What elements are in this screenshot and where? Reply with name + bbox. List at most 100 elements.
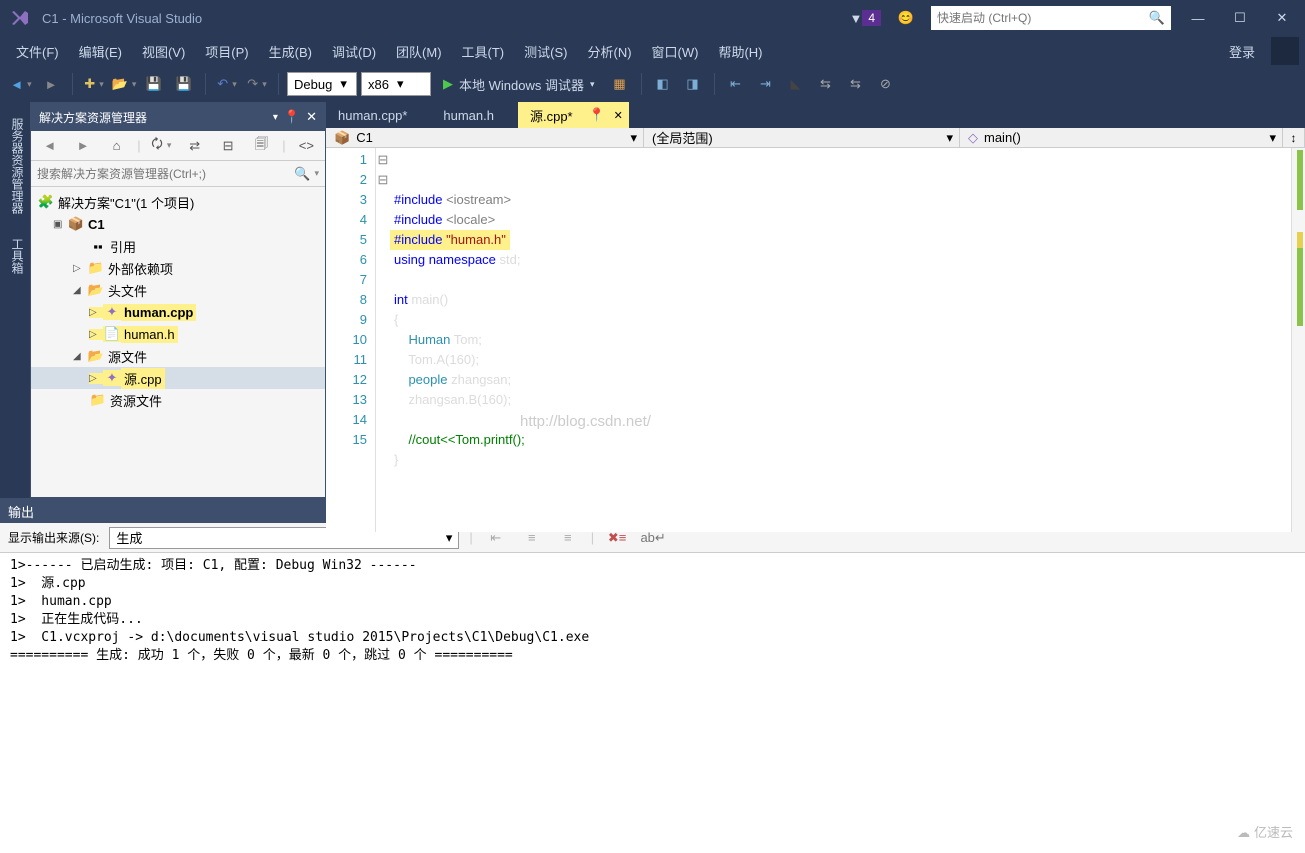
tab-close-icon[interactable]: ✕ — [614, 109, 623, 122]
toolbar-button-3[interactable]: ◨ — [680, 71, 706, 97]
menu-item-7[interactable]: 工具(T) — [452, 38, 515, 65]
feedback-icon[interactable]: 😊 — [893, 5, 919, 31]
vs-logo-icon — [8, 6, 32, 30]
sln-forward-icon[interactable]: ► — [70, 133, 95, 159]
expand-arrow-icon[interactable]: ▷ — [89, 307, 103, 318]
sln-back-icon[interactable]: ◄ — [37, 133, 62, 159]
quick-launch-search[interactable]: 🔍 — [931, 6, 1171, 30]
menu-item-5[interactable]: 调试(D) — [322, 38, 386, 65]
sln-properties-icon[interactable]: 🗐 — [249, 133, 274, 159]
menu-item-3[interactable]: 项目(P) — [195, 38, 258, 65]
quick-launch-input[interactable] — [937, 11, 1149, 25]
file-tab-2[interactable]: 源.cpp*📍✕ — [518, 102, 629, 128]
save-all-button[interactable]: 💾 — [171, 71, 197, 97]
title-bar: C1 - Microsoft Visual Studio ▼4 😊 🔍 — ☐ … — [0, 0, 1305, 36]
config-selector[interactable]: Debug▾ — [287, 72, 357, 96]
minimize-button[interactable]: — — [1183, 6, 1213, 30]
toolbar-button-6[interactable]: ⊘ — [873, 71, 899, 97]
method-icon: ◇ — [968, 130, 978, 146]
redo-button[interactable]: ↷ — [244, 71, 270, 97]
menu-item-4[interactable]: 生成(B) — [259, 38, 322, 65]
avatar-icon[interactable] — [1271, 37, 1299, 65]
menu-item-6[interactable]: 团队(M) — [386, 38, 452, 65]
tree-references[interactable]: ▪▪ 引用 — [31, 235, 325, 257]
editor-area: human.cpp*human.h源.cpp*📍✕ 📦 C1▾ (全局范围)▾ … — [326, 102, 1305, 498]
collapse-arrow-icon[interactable]: ◢ — [73, 285, 87, 296]
menu-item-2[interactable]: 视图(V) — [132, 38, 195, 65]
output-text[interactable]: 1>------ 已启动生成: 项目: C1, 配置: Debug Win32 … — [0, 553, 1305, 853]
menu-item-10[interactable]: 窗口(W) — [642, 38, 709, 65]
nav-project-selector[interactable]: 📦 C1▾ — [326, 128, 644, 147]
folder-icon: 📁 — [87, 260, 105, 276]
platform-selector[interactable]: x86▾ — [361, 72, 431, 96]
sln-sync-icon[interactable]: ⇄ — [182, 133, 207, 159]
solution-explorer-search[interactable]: 🔍 ▾ — [31, 161, 325, 187]
flag-count: 4 — [862, 10, 881, 26]
tree-sources-folder[interactable]: ◢ 📂 源文件 — [31, 345, 325, 367]
tree-external-deps[interactable]: ▷ 📁 外部依赖项 — [31, 257, 325, 279]
file-tab-1[interactable]: human.h — [431, 102, 518, 128]
sln-collapse-icon[interactable]: ⊟ — [215, 133, 240, 159]
side-tab-server-explorer[interactable]: 服务器资源管理器 — [0, 110, 30, 222]
side-tab-toolbox[interactable]: 工具箱 — [0, 230, 30, 282]
file-tab-0[interactable]: human.cpp* — [326, 102, 431, 128]
toolbar-button-5[interactable]: ⇆ — [843, 71, 869, 97]
fold-column[interactable]: ⊟⊟ — [376, 148, 390, 532]
outdent-button[interactable]: ⇤ — [723, 71, 749, 97]
pin-icon[interactable]: 📍 — [589, 107, 605, 123]
tree-resources-folder[interactable]: 📁 资源文件 — [31, 389, 325, 411]
save-button[interactable]: 💾 — [141, 71, 167, 97]
nav-scope-selector[interactable]: (全局范围)▾ — [644, 128, 960, 147]
close-button[interactable]: ✕ — [1267, 6, 1297, 30]
menu-item-0[interactable]: 文件(F) — [6, 38, 69, 65]
menu-item-11[interactable]: 帮助(H) — [708, 38, 772, 65]
search-icon: 🔍 — [1149, 10, 1165, 26]
expand-arrow-icon[interactable]: ▷ — [89, 329, 103, 340]
sln-search-input[interactable] — [37, 167, 294, 181]
code-editor[interactable]: 123456789101112131415 ⊟⊟ #include <iostr… — [326, 148, 1305, 532]
folder-icon: 📁 — [89, 392, 107, 408]
notifications-flag[interactable]: ▼4 — [849, 10, 881, 26]
folder-icon: 📂 — [87, 348, 105, 364]
tree-file-human-h[interactable]: ▷ 📄 human.h — [31, 323, 325, 345]
panel-dropdown-icon[interactable]: ▾ — [273, 112, 278, 123]
start-debug-button[interactable]: ▶ 本地 Windows 调试器 ▾ — [435, 71, 603, 97]
sln-refresh-icon[interactable]: 🗘 — [149, 133, 174, 159]
tree-file-source-cpp[interactable]: ▷ ✦ 源.cpp — [31, 367, 325, 389]
sln-home-icon[interactable]: ⌂ — [104, 133, 129, 159]
split-button[interactable]: ↕ — [1283, 128, 1305, 147]
nav-member-selector[interactable]: ◇ main()▾ — [960, 128, 1283, 147]
menu-item-1[interactable]: 编辑(E) — [69, 38, 132, 65]
nav-back-button[interactable]: ◄ — [8, 71, 34, 97]
pin-icon[interactable]: 📍 — [284, 109, 300, 125]
side-tab-strip: 服务器资源管理器 工具箱 — [0, 102, 30, 498]
tree-headers-folder[interactable]: ◢ 📂 头文件 — [31, 279, 325, 301]
collapse-arrow-icon[interactable]: ◢ — [73, 351, 87, 362]
menu-item-9[interactable]: 分析(N) — [577, 38, 641, 65]
nav-forward-button[interactable]: ► — [38, 71, 64, 97]
project-icon: 📦 — [67, 216, 85, 232]
undo-button[interactable]: ↶ — [214, 71, 240, 97]
open-button[interactable]: 📂 — [111, 71, 137, 97]
expand-arrow-icon[interactable]: ▣ — [53, 219, 67, 230]
menu-item-8[interactable]: 测试(S) — [514, 38, 577, 65]
expand-arrow-icon[interactable]: ▷ — [73, 263, 87, 274]
tree-file-human-cpp[interactable]: ▷ ✦ human.cpp — [31, 301, 325, 323]
toolbar-button-2[interactable]: ◧ — [650, 71, 676, 97]
sln-code-icon[interactable]: <> — [294, 133, 319, 159]
tree-solution-root[interactable]: 🧩 解决方案"C1"(1 个项目) — [31, 191, 325, 213]
panel-title: 解决方案资源管理器 — [39, 109, 267, 126]
cpp-file-icon: ✦ — [103, 304, 121, 320]
sign-in-button[interactable]: 登录 — [1229, 42, 1255, 61]
tree-project[interactable]: ▣ 📦 C1 — [31, 213, 325, 235]
maximize-button[interactable]: ☐ — [1225, 6, 1255, 30]
expand-arrow-icon[interactable]: ▷ — [89, 373, 103, 384]
code-content[interactable]: #include <iostream>#include <locale>#inc… — [390, 148, 1291, 532]
indent-button[interactable]: ⇥ — [753, 71, 779, 97]
new-project-button[interactable]: ✚ — [81, 71, 107, 97]
panel-close-icon[interactable]: ✕ — [306, 109, 317, 125]
toolbar-button-4[interactable]: ⇆ — [813, 71, 839, 97]
toolbar-button-1[interactable]: ▦ — [607, 71, 633, 97]
editor-tabs: human.cpp*human.h源.cpp*📍✕ — [326, 102, 1305, 128]
bookmark-button[interactable]: ◣ — [783, 71, 809, 97]
